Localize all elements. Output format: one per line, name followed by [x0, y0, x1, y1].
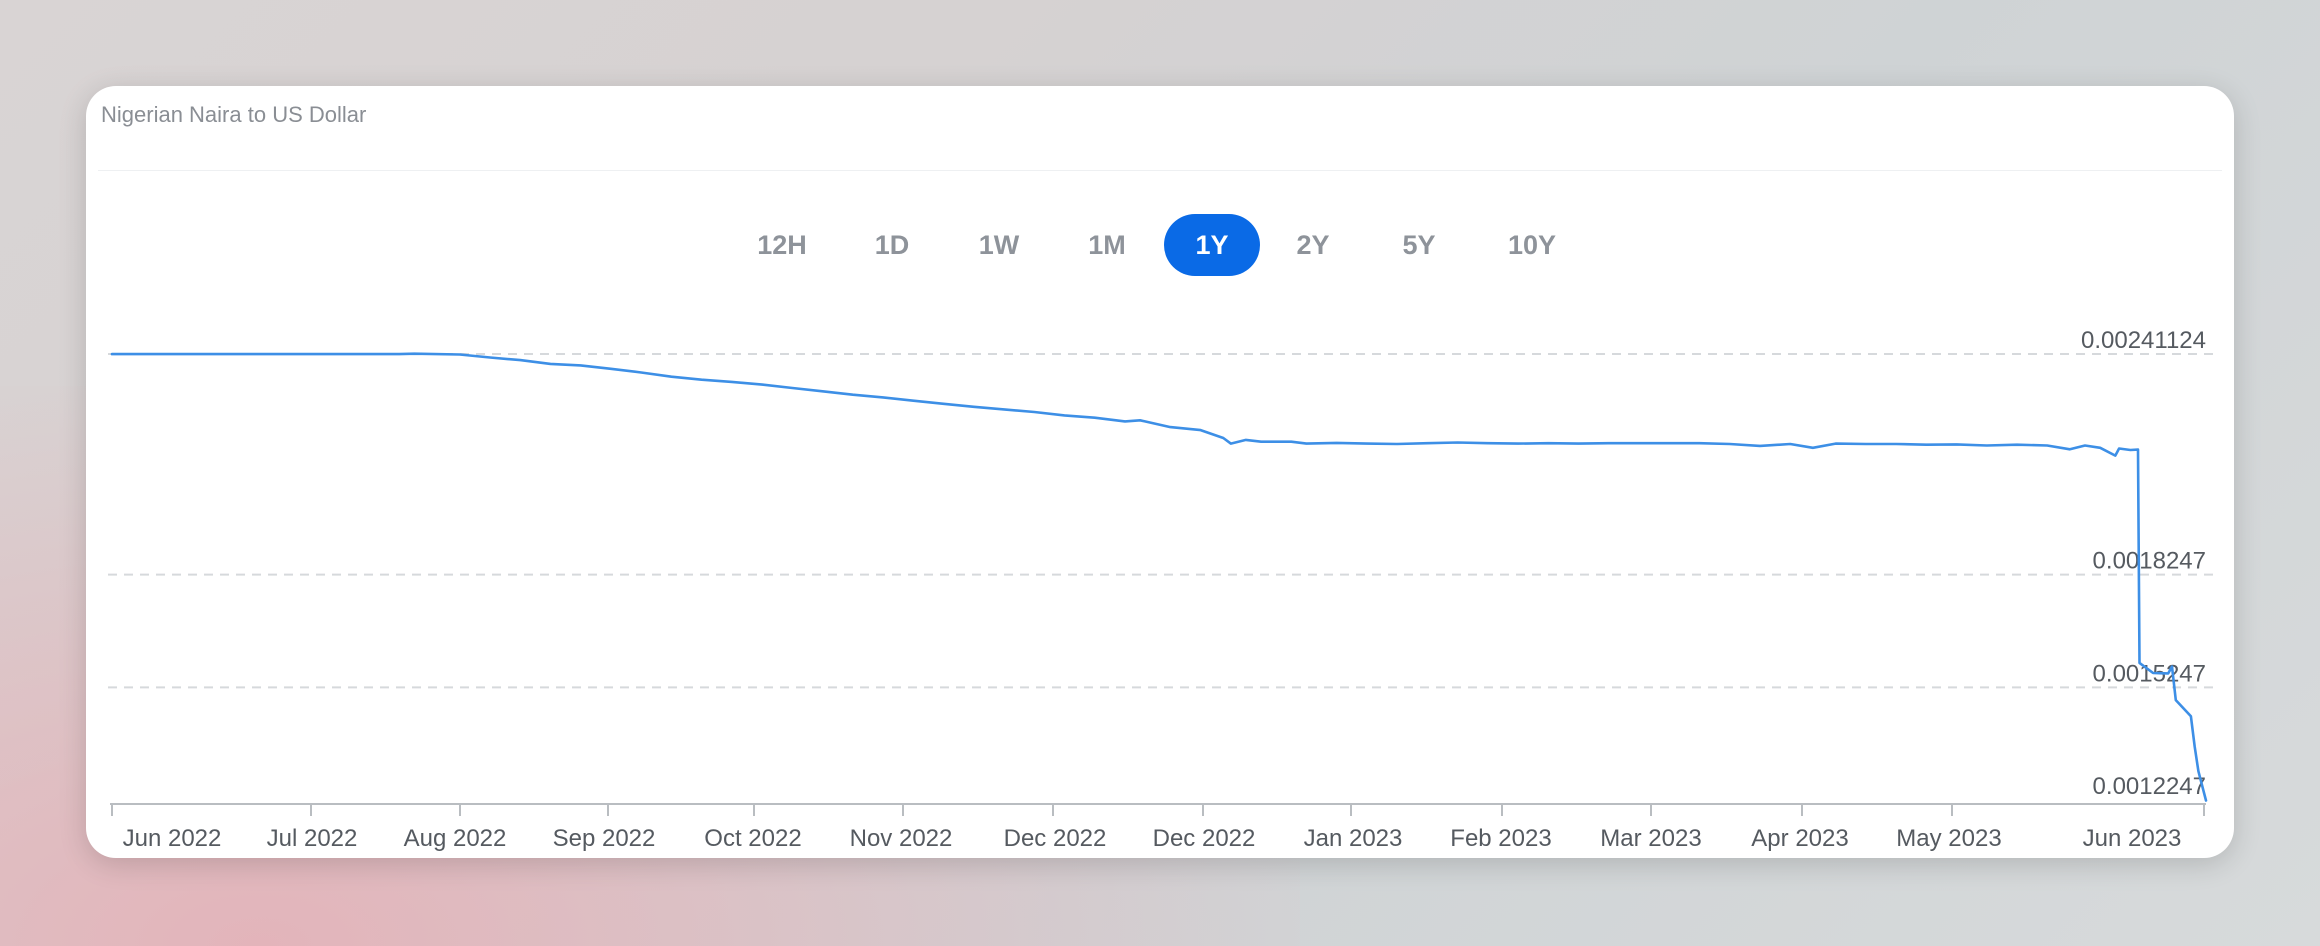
- line-chart: 0.00241124 0.0018247 0.0015247 0.0012247 Ju…: [108, 327, 2214, 852]
- y-tick-label: 0.0012247: [2093, 773, 2206, 800]
- x-tick-label: Apr 2023: [1751, 825, 1848, 852]
- series-line: [110, 352, 2208, 802]
- y-tick-label: 0.0015247: [2093, 660, 2206, 687]
- x-tick-label: Dec 2022: [1153, 825, 1256, 852]
- x-tick-label: Jun 2023: [2083, 825, 2182, 852]
- x-tick-label: Jun 2022: [123, 825, 222, 852]
- chart-card: Nigerian Naira to US Dollar 12H 1D 1W 1M…: [86, 86, 2234, 858]
- x-axis: Jun 2022 Jul 2022 Aug 2022 Sep 2022 Oct 2022…: [110, 803, 2206, 852]
- y-tick-label: 0.0018247: [2093, 548, 2206, 575]
- x-tick-label: Jul 2022: [267, 825, 358, 852]
- x-tick-label: Sep 2022: [553, 825, 656, 852]
- y-tick-label: 0.00241124: [2081, 327, 2206, 354]
- grid-lines: [108, 353, 2214, 689]
- x-tick-label: Mar 2023: [1600, 825, 1701, 852]
- x-tick-label: Feb 2023: [1450, 825, 1551, 852]
- series-layer: [110, 352, 2208, 802]
- x-tick-label: Dec 2022: [1004, 825, 1107, 852]
- x-tick-label: Nov 2022: [850, 825, 953, 852]
- x-tick-label: Aug 2022: [404, 825, 507, 852]
- y-axis-labels: 0.00241124 0.0018247 0.0015247 0.0012247: [2081, 327, 2206, 800]
- x-tick-label: Jan 2023: [1304, 825, 1403, 852]
- x-tick-label: May 2023: [1896, 825, 2001, 852]
- x-tick-label: Oct 2022: [704, 825, 801, 852]
